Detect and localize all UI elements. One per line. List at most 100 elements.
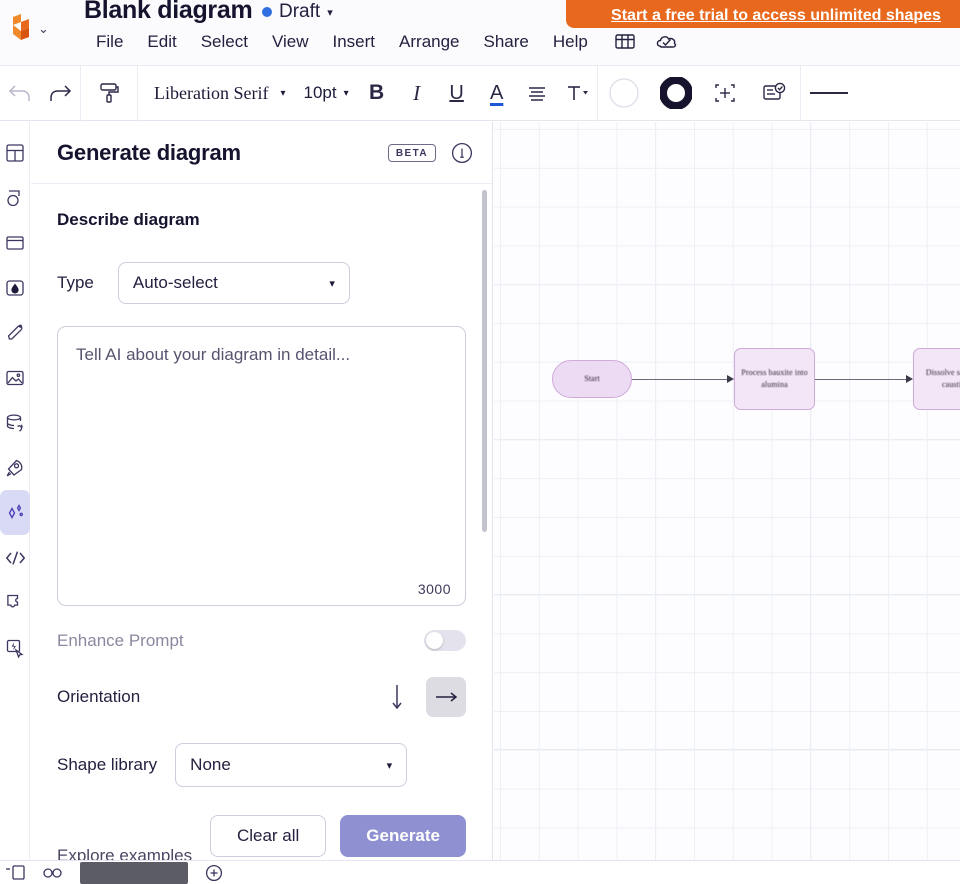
diagram-node-process[interactable]: Process bauxite into alumina <box>734 348 815 410</box>
format-bar: Liberation Serif ▾ 10pt ▾ B I U A <box>0 65 960 121</box>
chevron-down-icon: ▾ <box>327 6 333 19</box>
diagram-node-label: Process bauxite into alumina <box>741 368 808 389</box>
generate-button[interactable]: Generate <box>340 815 466 857</box>
menu-item-select[interactable]: Select <box>189 32 260 52</box>
history-group <box>0 65 80 121</box>
check-cloud-icon[interactable] <box>650 28 684 56</box>
text-format-group: Liberation Serif ▾ 10pt ▾ B I U A <box>138 65 597 121</box>
sidebar-item-pen-icon[interactable] <box>0 310 30 355</box>
bold-button[interactable]: B <box>357 73 397 113</box>
type-select-value: Auto-select <box>132 273 218 292</box>
italic-button[interactable]: I <box>397 73 437 113</box>
orientation-row: Orientation <box>57 677 466 717</box>
diagram-node-start[interactable]: Start <box>552 360 632 398</box>
bottom-status-bar <box>0 860 960 884</box>
sidebar-item-code-icon[interactable] <box>0 535 30 580</box>
orientation-controls <box>384 677 466 717</box>
enhance-prompt-label: Enhance Prompt <box>57 630 184 650</box>
menu-item-share[interactable]: Share <box>472 32 541 52</box>
sidebar-item-actions-icon[interactable] <box>0 625 30 670</box>
section-title: Describe diagram <box>57 210 200 229</box>
panel-scrollbar[interactable] <box>482 190 487 532</box>
logo-caret-icon: ⌄ <box>38 20 49 36</box>
enhance-prompt-toggle[interactable] <box>424 630 466 651</box>
sidebar-item-shapes-icon[interactable] <box>0 175 30 220</box>
status-dot-icon <box>262 7 272 17</box>
menu-item-help[interactable]: Help <box>541 32 600 52</box>
sidebar-item-integrations-icon[interactable] <box>0 580 30 625</box>
app-root: ⌄ Blank diagram Draft ▾ File Edit Select… <box>0 0 960 884</box>
clear-all-button[interactable]: Clear all <box>209 815 327 857</box>
panel-body: Describe diagram Type Auto-select ▾ Tell… <box>31 184 492 857</box>
trial-banner[interactable]: Start a free trial to access unlimited s… <box>566 0 960 28</box>
chevron-down-icon: ▾ <box>280 87 286 99</box>
menu-item-edit[interactable]: Edit <box>135 32 188 52</box>
sidebar-item-ai-sparkle-icon[interactable] <box>0 490 30 535</box>
menu-item-view[interactable]: View <box>260 32 321 52</box>
type-select[interactable]: Auto-select ▾ <box>117 262 350 304</box>
format-painter-icon[interactable] <box>81 73 137 113</box>
prompt-input[interactable]: Tell AI about your diagram in detail... … <box>57 326 466 606</box>
panel-header-actions: BETA <box>387 141 474 165</box>
diagram-canvas[interactable]: Start Process bauxite into alumina Disso… <box>494 122 960 884</box>
sidebar-item-container-icon[interactable] <box>0 220 30 265</box>
sidebar-item-data-link-icon[interactable] <box>0 400 30 445</box>
undo-icon[interactable] <box>0 73 40 113</box>
orientation-vertical-button[interactable] <box>384 680 410 714</box>
text-options-icon[interactable] <box>557 73 597 113</box>
pages-panel-icon[interactable] <box>4 864 26 881</box>
grid-view-icon[interactable] <box>42 865 64 881</box>
chevron-down-icon: ▾ <box>386 759 393 772</box>
line-weight-icon[interactable] <box>801 73 857 113</box>
format-painter-group <box>81 65 137 121</box>
left-toolbar-rail <box>0 122 30 884</box>
arrowhead-icon <box>727 375 734 383</box>
line-color-icon[interactable] <box>650 73 702 113</box>
status-badge: BETA <box>387 143 436 162</box>
text-color-button[interactable]: A <box>477 73 517 113</box>
menu-item-insert[interactable]: Insert <box>321 32 388 52</box>
page-tab-chip[interactable] <box>80 861 188 884</box>
board-grid-icon[interactable] <box>608 28 642 56</box>
diagram-edge[interactable] <box>632 379 730 380</box>
chevron-down-icon: ▾ <box>329 277 335 290</box>
shape-library-select[interactable]: None ▾ <box>175 743 408 787</box>
app-logo[interactable]: ⌄ <box>8 8 64 48</box>
redo-icon[interactable] <box>40 73 80 113</box>
select-frame-icon[interactable] <box>702 73 748 113</box>
note-check-icon[interactable] <box>748 73 800 113</box>
sidebar-item-templates-icon[interactable] <box>0 130 30 175</box>
fill-color-icon[interactable] <box>598 73 650 113</box>
trial-banner-label: Start a free trial to access unlimited s… <box>611 7 941 24</box>
menu-item-arrange[interactable]: Arrange <box>387 32 471 52</box>
toggle-knob <box>426 632 443 649</box>
orientation-label: Orientation <box>57 687 141 706</box>
sidebar-item-image-icon[interactable] <box>0 355 30 400</box>
top-bar: ⌄ Blank diagram Draft ▾ File Edit Select… <box>0 0 960 65</box>
align-icon[interactable] <box>517 73 557 113</box>
info-icon[interactable] <box>450 141 474 165</box>
lucid-logo-icon <box>13 14 29 40</box>
add-page-icon[interactable] <box>204 864 224 882</box>
diagram-edge[interactable] <box>815 379 909 380</box>
type-row: Type Auto-select ▾ <box>57 262 466 304</box>
font-size-select[interactable]: 10pt ▾ <box>296 83 357 103</box>
underline-button[interactable]: U <box>437 73 477 113</box>
orientation-horizontal-button[interactable] <box>426 677 466 717</box>
type-label: Type <box>57 273 94 292</box>
shape-library-row: Shape library None ▾ <box>57 743 466 787</box>
shape-style-group <box>598 65 800 121</box>
diagram-node-label: Dissolve settling caustic <box>925 368 960 389</box>
line-style-group <box>801 65 857 121</box>
page-title[interactable]: Blank diagram <box>84 0 253 25</box>
prompt-placeholder: Tell AI about your diagram in detail... <box>76 345 351 364</box>
arrowhead-icon <box>906 375 913 383</box>
enhance-prompt-row: Enhance Prompt <box>57 630 466 651</box>
status-label: Draft <box>279 1 321 22</box>
diagram-node-dissolve[interactable]: Dissolve settling caustic <box>913 348 960 410</box>
font-family-select[interactable]: Liberation Serif ▾ <box>138 83 296 104</box>
doc-status[interactable]: Draft ▾ <box>262 1 333 23</box>
sidebar-item-fill-icon[interactable] <box>0 265 30 310</box>
menu-item-file[interactable]: File <box>84 32 135 52</box>
sidebar-item-rocket-icon[interactable] <box>0 445 30 490</box>
